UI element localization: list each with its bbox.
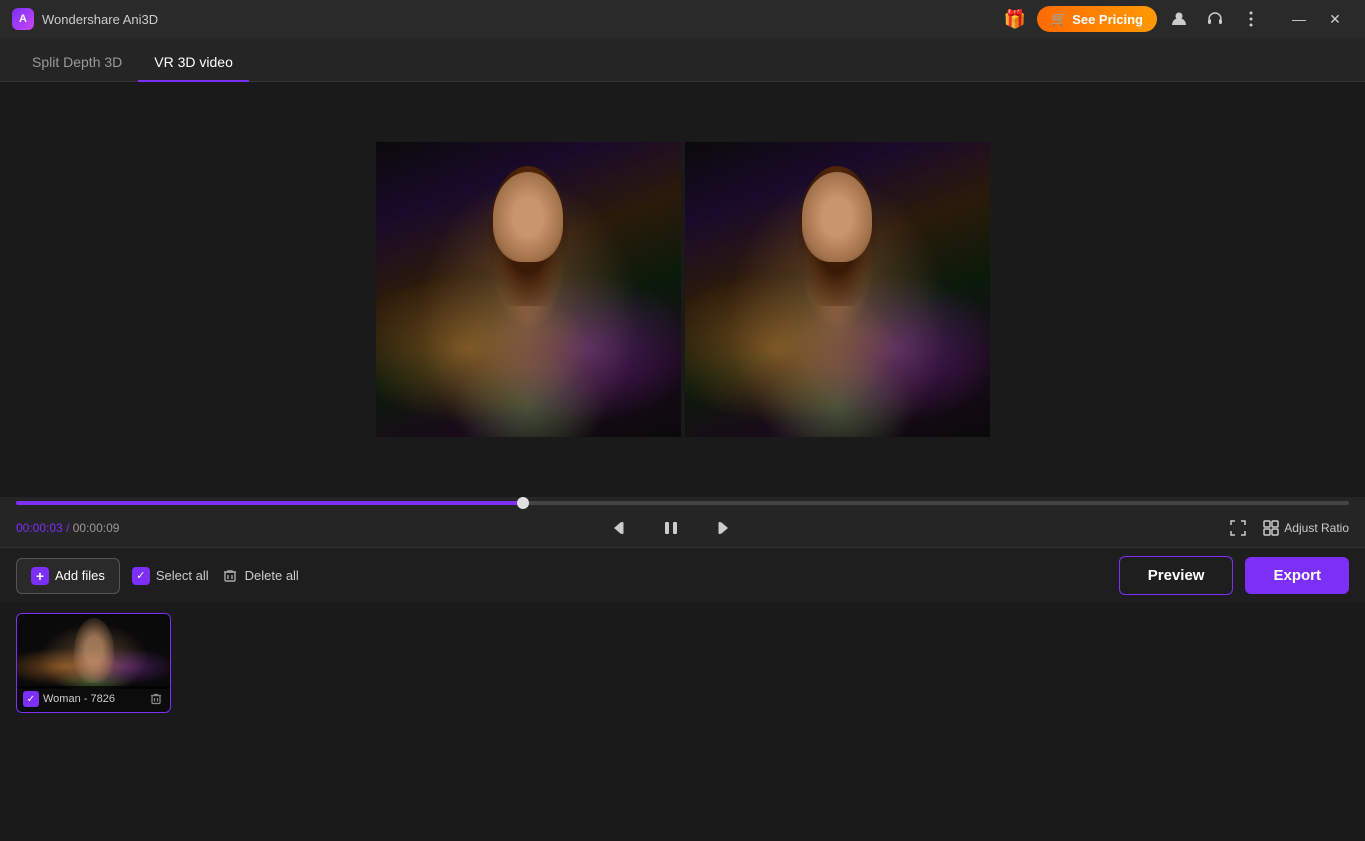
skip-back-button[interactable] — [606, 513, 636, 543]
titlebar: A Wondershare Ani3D 🎁 🛒 See Pricing — [0, 0, 1365, 38]
delete-all-container[interactable]: Delete all — [221, 567, 299, 585]
add-files-button[interactable]: + Add files — [16, 558, 120, 594]
window-controls: — ✕ — [1281, 5, 1353, 33]
fullscreen-button[interactable] — [1223, 513, 1253, 543]
export-button[interactable]: Export — [1245, 557, 1349, 594]
adjust-ratio-label: Adjust Ratio — [1284, 521, 1349, 535]
seek-bar[interactable] — [16, 501, 1349, 505]
headset-icon-button[interactable] — [1201, 5, 1229, 33]
bottom-toolbar: + Add files ✓ Select all Delete all Prev… — [0, 547, 1365, 603]
cart-icon: 🛒 — [1051, 11, 1067, 27]
thumbnail-figure — [74, 618, 114, 683]
delete-all-label: Delete all — [245, 568, 299, 583]
pause-button[interactable] — [656, 513, 686, 543]
controls-center — [606, 513, 736, 543]
video-panel-right-inner — [685, 142, 990, 437]
seek-handle — [517, 497, 529, 509]
tab-split-depth-3d[interactable]: Split Depth 3D — [16, 44, 138, 82]
see-pricing-button[interactable]: 🛒 See Pricing — [1037, 6, 1157, 32]
user-icon-button[interactable] — [1165, 5, 1193, 33]
file-name: Woman - 7826 — [43, 693, 144, 705]
video-panel-right — [685, 142, 990, 437]
file-checkbox[interactable]: ✓ — [23, 691, 39, 707]
plus-icon: + — [31, 567, 49, 585]
preview-button[interactable]: Preview — [1119, 556, 1234, 595]
time-display: 00:00:03 / 00:00:09 — [16, 521, 119, 535]
tab-vr-3d-video[interactable]: VR 3D video — [138, 44, 249, 82]
app-logo: A — [12, 8, 34, 30]
select-all-label: Select all — [156, 568, 209, 583]
current-time: 00:00:03 — [16, 521, 63, 535]
select-all-container[interactable]: ✓ Select all — [132, 567, 209, 585]
file-list: ✓ Woman - 7826 — [0, 603, 1365, 841]
video-panel-left — [376, 142, 681, 437]
controls-right: Adjust Ratio — [1223, 513, 1349, 543]
woman-head-left — [493, 172, 563, 262]
total-time: 00:00:09 — [73, 521, 120, 535]
minimize-button[interactable]: — — [1281, 5, 1317, 33]
file-thumbnail — [17, 614, 170, 689]
file-card[interactable]: ✓ Woman - 7826 — [16, 613, 171, 713]
see-pricing-label: See Pricing — [1072, 12, 1143, 27]
woman-head-right — [802, 172, 872, 262]
minimize-icon: — — [1292, 11, 1306, 27]
title-actions: 🎁 🛒 See Pricing — [1001, 5, 1353, 33]
playback-controls: 00:00:03 / 00:00:09 — [16, 513, 1349, 543]
adjust-ratio-button[interactable]: Adjust Ratio — [1263, 520, 1349, 536]
add-files-label: Add files — [55, 568, 105, 583]
tabs: Split Depth 3D VR 3D video — [0, 38, 1365, 82]
file-card-bottom: ✓ Woman - 7826 — [17, 686, 170, 712]
select-all-checkbox[interactable]: ✓ — [132, 567, 150, 585]
skip-forward-button[interactable] — [706, 513, 736, 543]
preview-area — [0, 82, 1365, 497]
app-title: Wondershare Ani3D — [42, 12, 1001, 27]
close-icon: ✕ — [1329, 11, 1341, 28]
menu-icon-button[interactable] — [1237, 5, 1265, 33]
gift-icon[interactable]: 🎁 — [1001, 5, 1029, 33]
video-preview — [376, 142, 990, 437]
close-button[interactable]: ✕ — [1317, 5, 1353, 33]
seek-bar-fill — [16, 501, 523, 505]
video-panel-left-inner — [376, 142, 681, 437]
playback-bar: 00:00:03 / 00:00:09 — [0, 497, 1365, 547]
time-separator: / — [66, 521, 73, 535]
delete-icon — [221, 567, 239, 585]
file-delete-icon[interactable] — [148, 691, 164, 707]
